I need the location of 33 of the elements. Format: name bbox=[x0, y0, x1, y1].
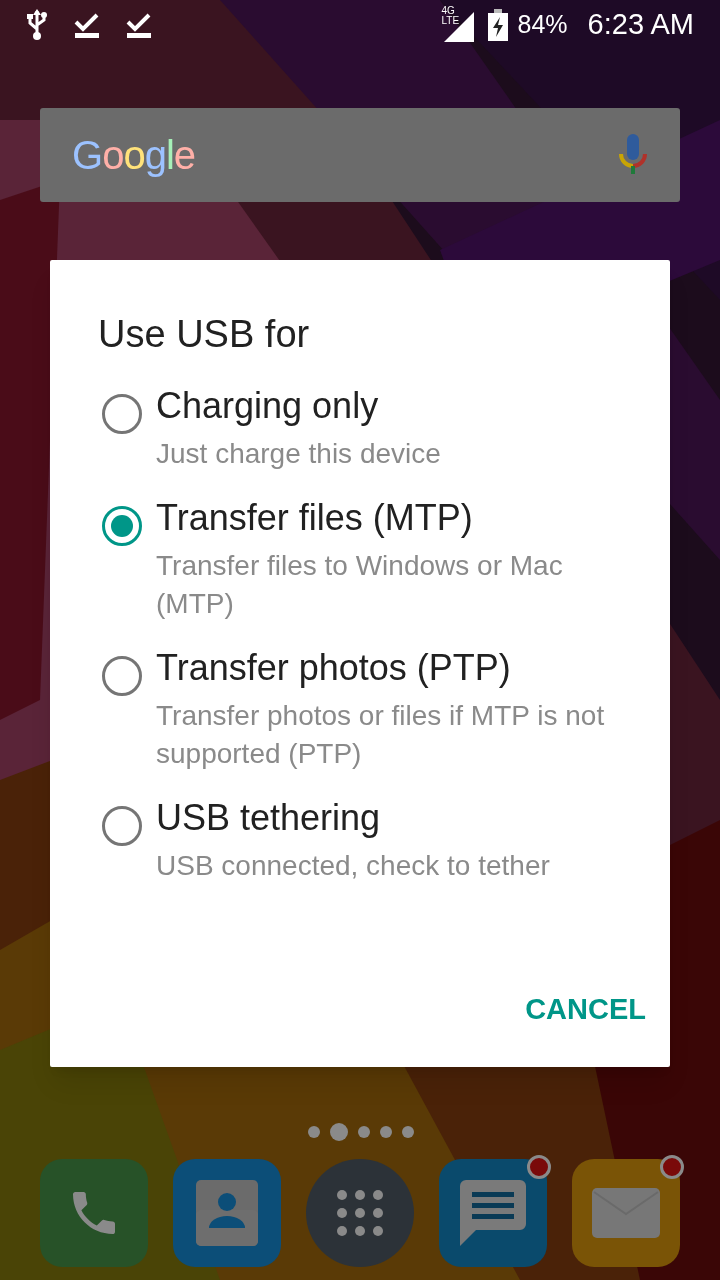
dock-app-button[interactable] bbox=[40, 1159, 148, 1267]
radio-option[interactable]: USB tethering USB connected, check to tether bbox=[98, 793, 646, 899]
option-label: USB tethering bbox=[156, 796, 382, 840]
microphone-icon bbox=[618, 134, 648, 176]
chat-bubble-icon bbox=[460, 1180, 526, 1246]
option-description: Transfer files to Windows or Mac (MTP) bbox=[156, 549, 564, 621]
search-bar[interactable]: Google bbox=[40, 108, 680, 202]
dialog-title: Use USB for bbox=[98, 312, 311, 357]
network-type-text: LTE bbox=[441, 16, 460, 26]
option-description: Transfer photos or files if MTP is not supported (PTP) bbox=[156, 699, 606, 771]
dock-app-button[interactable] bbox=[173, 1159, 281, 1267]
radio-option[interactable]: Transfer files (MTP) Transfer files to Windows or Mac (MTP) bbox=[98, 493, 646, 637]
network-type-text: 4G bbox=[441, 6, 456, 16]
cancel-button[interactable]: CANCEL bbox=[525, 981, 646, 1037]
battery-percentage: 84% bbox=[517, 9, 568, 41]
option-label: Transfer files (MTP) bbox=[156, 496, 474, 540]
option-description: Just charge this device bbox=[156, 437, 441, 471]
envelope-icon bbox=[592, 1188, 660, 1238]
download-done-icon bbox=[74, 12, 100, 38]
google-logo: Google bbox=[72, 132, 195, 179]
radio-option[interactable]: Charging only Just charge this device bbox=[98, 381, 646, 487]
clock-time: 6:23 AM bbox=[587, 7, 694, 43]
radio-button[interactable] bbox=[102, 394, 142, 434]
battery-charging-icon bbox=[487, 9, 508, 41]
usb-icon bbox=[26, 9, 48, 41]
radio-button[interactable] bbox=[102, 506, 142, 546]
download-done-icon bbox=[126, 12, 152, 38]
radio-option[interactable]: Transfer photos (PTP) Transfer photos or files if MTP is not supported (PTP) bbox=[98, 643, 646, 787]
radio-button[interactable] bbox=[102, 656, 142, 696]
option-description: USB connected, check to tether bbox=[156, 849, 550, 883]
option-label: Transfer photos (PTP) bbox=[156, 646, 512, 690]
option-label: Charging only bbox=[156, 384, 380, 428]
radio-button[interactable] bbox=[102, 806, 142, 846]
